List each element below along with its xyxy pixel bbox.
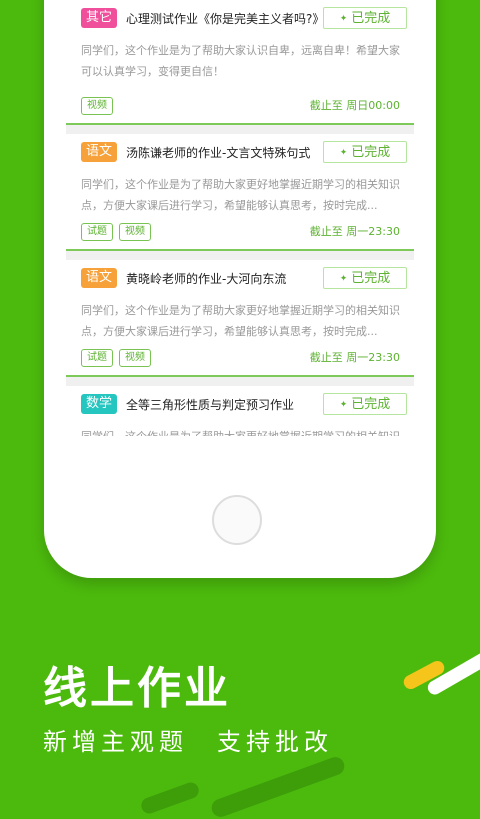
resource-chips: 视频 <box>81 93 119 115</box>
star-icon: ✦ <box>339 400 348 410</box>
completed-badge: ✦ 已完成 <box>323 7 407 29</box>
completed-badge: ✦ 已完成 <box>323 393 407 415</box>
decorative-stroke <box>139 780 201 816</box>
homework-card[interactable]: 语文 汤陈谦老师的作业-文言文特殊句式 ✦ 已完成 同学们，这个作业是为了帮助大家… <box>66 134 414 251</box>
homework-title: 汤陈谦老师的作业-文言文特殊句式 <box>126 146 311 160</box>
homework-description: 同学们，这个作业是为了帮助大家更好地掌握近期学习的相关知识点，方便大家课后进行学… <box>81 304 400 338</box>
resource-chips: 试题 视频 <box>81 345 157 367</box>
homework-title: 心理测试作业《你是完美主义者吗?》 <box>126 12 325 26</box>
video-chip[interactable]: 视频 <box>81 97 113 115</box>
homework-card[interactable]: 数学 全等三角形性质与判定预习作业 ✦已完成 同学们，这个作业是为了帮助大家更好… <box>66 386 414 436</box>
phone-mockup: 其它 心理测试作业《你是完美主义者吗?》 ✦ 已完成 同学们，这个作业是为了帮助大… <box>44 0 436 578</box>
decorative-stroke <box>209 754 347 819</box>
homework-description: 同学们，这个作业是为了帮助大家更好地掌握近期学习的相关知识点，方便大家课后进行学… <box>81 178 400 212</box>
homework-title: 全等三角形性质与判定预习作业 <box>126 398 295 412</box>
completed-label: 已完成 <box>351 145 391 160</box>
homework-list: 其它 心理测试作业《你是完美主义者吗?》 ✦ 已完成 同学们，这个作业是为了帮助大… <box>66 0 414 436</box>
star-icon: ✦ <box>339 148 348 158</box>
promo-headline: 线上作业 <box>43 663 231 714</box>
completed-badge: ✦ 已完成 <box>323 267 407 289</box>
homework-description: 同学们，这个作业是为了帮助大家更好地掌握近期学习的相关知识点，方便大家课后进行学… <box>81 426 403 436</box>
promo-subline: 新增主观题 支持批改 <box>43 728 333 756</box>
completed-label: 已完成 <box>351 397 391 412</box>
homework-title: 黄晓岭老师的作业-大河向东流 <box>126 272 287 286</box>
completed-label: 已完成 <box>351 271 391 286</box>
video-chip[interactable]: 视频 <box>119 349 151 367</box>
homework-description: 同学们，这个作业是为了帮助大家认识自卑，远离自卑！希望大家可以认真学习，变得更自… <box>81 44 400 78</box>
homework-card[interactable]: 其它 心理测试作业《你是完美主义者吗?》 ✦ 已完成 同学们，这个作业是为了帮助大… <box>66 0 414 125</box>
home-button[interactable] <box>212 495 262 545</box>
subject-tag: 语文 <box>81 142 117 162</box>
quiz-chip[interactable]: 试题 <box>81 223 113 241</box>
deadline-text: 截止至 周一23:30 <box>309 351 400 364</box>
star-icon: ✦ <box>339 274 348 284</box>
subject-tag: 语文 <box>81 268 117 288</box>
homework-card[interactable]: 语文 黄晓岭老师的作业-大河向东流 ✦ 已完成 同学们，这个作业是为了帮助大家更好… <box>66 260 414 377</box>
quiz-chip[interactable]: 试题 <box>81 349 113 367</box>
deadline-text: 截止至 周一23:30 <box>309 225 400 238</box>
completed-label: 已完成 <box>351 11 391 26</box>
star-icon: ✦ <box>339 14 348 24</box>
resource-chips: 试题 视频 <box>81 219 157 241</box>
subject-tag: 数学 <box>81 394 117 414</box>
video-chip[interactable]: 视频 <box>119 223 151 241</box>
deadline-text: 截止至 周日00:00 <box>309 99 400 112</box>
completed-badge: ✦ 已完成 <box>323 141 407 163</box>
subject-tag: 其它 <box>81 8 117 28</box>
